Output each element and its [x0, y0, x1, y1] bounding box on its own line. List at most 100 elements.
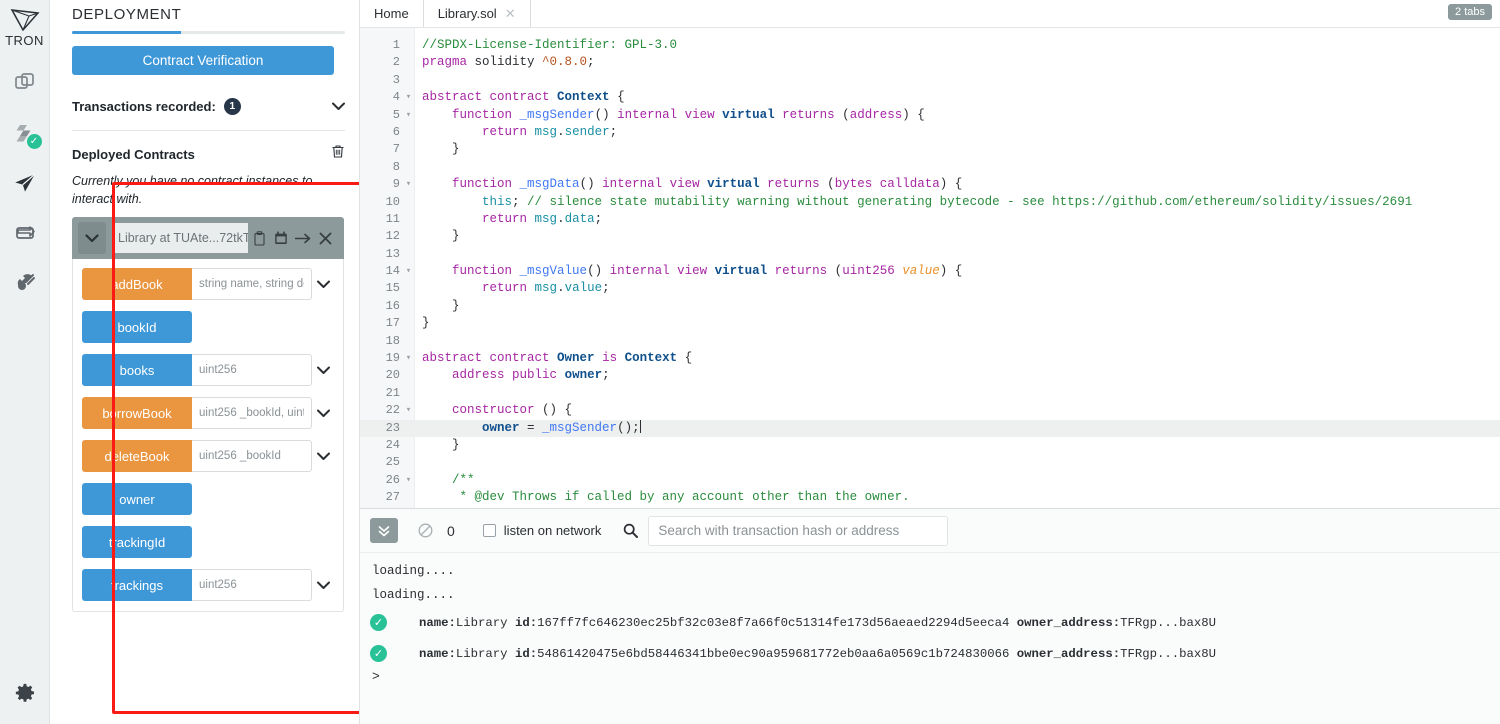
send-to-icon[interactable]	[292, 222, 314, 254]
function-button-books[interactable]: books	[82, 354, 192, 386]
function-button-bookid[interactable]: bookId	[82, 311, 192, 343]
code-line[interactable]: 17}	[360, 315, 1500, 332]
code-editor[interactable]: 1//SPDX-License-Identifier: GPL-3.02prag…	[360, 28, 1500, 508]
function-input-borrowbook[interactable]	[192, 397, 312, 429]
function-button-trackings[interactable]: trackings	[82, 569, 192, 601]
code-line[interactable]: 15 return msg.value;	[360, 280, 1500, 297]
deployed-contracts-label: Deployed Contracts	[72, 147, 195, 162]
fold-arrow-icon[interactable]: ▾	[402, 350, 415, 367]
chevron-down-icon[interactable]	[312, 449, 334, 464]
contract-function-list: addBook bookId books borrowBook deleteBook ow…	[72, 259, 344, 612]
fold-arrow-icon[interactable]: ▾	[402, 472, 415, 489]
contract-verification-button[interactable]: Contract Verification	[72, 46, 334, 75]
chevron-down-icon[interactable]	[312, 277, 334, 292]
function-input-books[interactable]	[192, 354, 312, 386]
code-line[interactable]: 20 address public owner;	[360, 367, 1500, 384]
code-line[interactable]: 2pragma solidity ^0.8.0;	[360, 54, 1500, 71]
editor-code-area[interactable]: 1//SPDX-License-Identifier: GPL-3.02prag…	[360, 28, 1500, 508]
sidebar-icon-file-explorer[interactable]	[0, 58, 50, 108]
code-line[interactable]: 14▾ function _msgValue() internal view v…	[360, 263, 1500, 280]
code-line[interactable]: 5▾ function _msgSender() internal view v…	[360, 107, 1500, 124]
fold-arrow-icon[interactable]: ▾	[402, 402, 415, 419]
transaction-search-input[interactable]	[648, 516, 948, 546]
tab-library-sol[interactable]: Library.sol ✕	[424, 0, 531, 27]
chevron-down-icon[interactable]	[312, 406, 334, 421]
line-number: 7	[360, 141, 402, 158]
tab-home[interactable]: Home	[360, 0, 424, 27]
code-text: this; // silence state mutability warnin…	[415, 194, 1412, 211]
code-line[interactable]: 7 }	[360, 141, 1500, 158]
terminal-prompt[interactable]: >	[360, 669, 1500, 684]
chevron-down-icon[interactable]	[332, 99, 345, 114]
terminal-log-line: loading....	[360, 583, 1500, 607]
fold-arrow-icon[interactable]: ▾	[402, 107, 415, 124]
code-line[interactable]: 22▾ constructor () {	[360, 402, 1500, 419]
code-line[interactable]: 13	[360, 246, 1500, 263]
code-line[interactable]: 4▾abstract contract Context {	[360, 89, 1500, 106]
checkbox-box[interactable]	[483, 524, 496, 537]
tabs-count-badge[interactable]: 2 tabs	[1448, 4, 1492, 20]
line-number: 11	[360, 211, 402, 228]
code-line[interactable]: 27 * @dev Throws if called by any accoun…	[360, 489, 1500, 506]
code-line[interactable]: 6 return msg.sender;	[360, 124, 1500, 141]
code-line[interactable]: 23 owner = _msgSender();	[360, 420, 1500, 437]
code-line[interactable]: 28 */	[360, 507, 1500, 508]
close-instance-icon[interactable]	[314, 222, 336, 254]
save-instance-icon[interactable]	[270, 222, 292, 254]
instance-expand-toggle[interactable]	[78, 222, 106, 254]
function-button-borrowbook[interactable]: borrowBook	[82, 397, 192, 429]
sidebar-icon-deploy-run[interactable]	[0, 158, 50, 208]
terminal-transaction-row[interactable]: ✓name:Library id:54861420475e6bd58446341…	[360, 638, 1500, 669]
transaction-summary: name:Library id:167ff7fc646230ec25bf32c0…	[419, 616, 1216, 630]
code-line[interactable]: 21	[360, 385, 1500, 402]
deploy-run-icon	[12, 170, 38, 196]
code-line[interactable]: 25	[360, 454, 1500, 471]
terminal-log[interactable]: loading....loading....✓name:Library id:1…	[360, 553, 1500, 724]
sidebar-icon-transaction-replay[interactable]	[0, 208, 50, 258]
function-input-deletebook[interactable]	[192, 440, 312, 472]
code-line[interactable]: 18	[360, 333, 1500, 350]
trash-icon[interactable]	[331, 144, 345, 164]
fold-arrow-icon[interactable]: ▾	[402, 263, 415, 280]
line-number: 12	[360, 228, 402, 245]
function-button-owner[interactable]: owner	[82, 483, 192, 515]
no-entry-icon[interactable]	[418, 523, 433, 538]
code-line[interactable]: 19▾abstract contract Owner is Context {	[360, 350, 1500, 367]
code-line[interactable]: 24 }	[360, 437, 1500, 454]
plugin-manager-icon	[13, 271, 37, 295]
fold-arrow-icon[interactable]: ▾	[402, 176, 415, 193]
line-number: 9	[360, 176, 402, 193]
code-line[interactable]: 3	[360, 72, 1500, 89]
function-button-addbook[interactable]: addBook	[82, 268, 192, 300]
code-line[interactable]: 26▾ /**	[360, 472, 1500, 489]
panel-divider	[72, 130, 345, 131]
terminal-transaction-row[interactable]: ✓name:Library id:167ff7fc646230ec25bf32c…	[360, 607, 1500, 638]
function-input-addbook[interactable]	[192, 268, 312, 300]
transactions-recorded-row[interactable]: Transactions recorded: 1	[72, 95, 345, 117]
function-input-trackings[interactable]	[192, 569, 312, 601]
function-button-deletebook[interactable]: deleteBook	[82, 440, 192, 472]
sidebar-icon-settings[interactable]	[0, 668, 50, 718]
code-line[interactable]: 8	[360, 159, 1500, 176]
chevron-down-icon[interactable]	[312, 578, 334, 593]
code-line[interactable]: 11 return msg.data;	[360, 211, 1500, 228]
function-button-trackingid[interactable]: trackingId	[82, 526, 192, 558]
code-line[interactable]: 16 }	[360, 298, 1500, 315]
instance-address-label[interactable]: Library at TUAte...72tkT	[112, 223, 248, 253]
search-icon[interactable]	[623, 523, 638, 538]
code-text: }	[415, 315, 430, 332]
sidebar-icon-plugin-manager[interactable]	[0, 258, 50, 308]
chevron-double-down-icon[interactable]	[370, 518, 398, 543]
close-icon[interactable]: ✕	[505, 6, 516, 22]
deployment-panel: DEPLOYMENT Contract Verification Transac…	[50, 0, 360, 724]
code-line[interactable]: 10 this; // silence state mutability war…	[360, 194, 1500, 211]
code-line[interactable]: 1//SPDX-License-Identifier: GPL-3.0	[360, 37, 1500, 54]
tab-library-sol-label: Library.sol	[438, 6, 497, 21]
code-line[interactable]: 12 }	[360, 228, 1500, 245]
chevron-down-icon[interactable]	[312, 363, 334, 378]
code-line[interactable]: 9▾ function _msgData() internal view vir…	[360, 176, 1500, 193]
copy-address-icon[interactable]	[248, 222, 270, 254]
listen-on-network-checkbox[interactable]: listen on network	[483, 523, 602, 538]
fold-arrow-icon[interactable]: ▾	[402, 89, 415, 106]
sidebar-icon-solidity-compiler[interactable]: ✓	[0, 108, 50, 158]
